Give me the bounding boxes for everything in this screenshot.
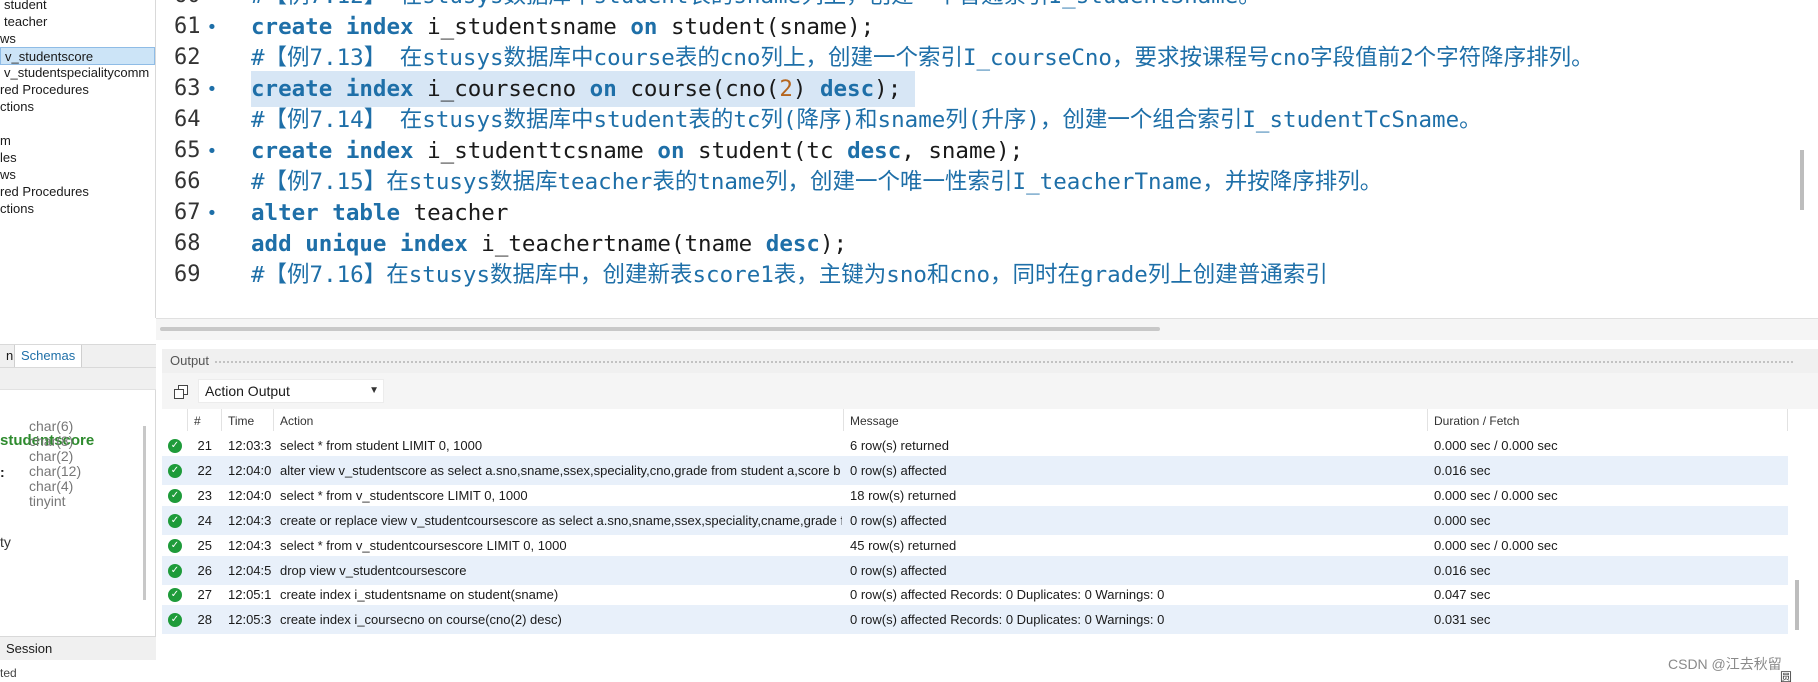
corner-label: 圆: [1780, 670, 1793, 682]
tab-schemas[interactable]: Schemas: [14, 345, 83, 367]
panel-resize-grip[interactable]: [214, 360, 1794, 364]
info-colon: :: [0, 464, 5, 480]
cell-action: create index i_coursecno on course(cno(2…: [280, 612, 562, 628]
success-check-icon: ✓: [168, 613, 182, 628]
tree-item[interactable]: m: [0, 132, 11, 150]
sql-keyword: on: [630, 14, 658, 40]
sql-keyword: index: [400, 231, 468, 257]
statement-marker-icon: •: [206, 203, 218, 224]
sql-keyword: create: [251, 138, 333, 164]
line-number-text: 63: [174, 76, 201, 101]
success-check-icon: ✓: [168, 538, 182, 553]
code-comment-line[interactable]: #【例7.16】在stusys数据库中，创建新表score1表，主键为sno和c…: [251, 257, 1328, 293]
output-panel-header: Output: [162, 349, 1818, 373]
line-number-text: 66: [174, 169, 201, 194]
sql-keyword: table: [332, 200, 401, 226]
navigator-tabs: n Schemas: [0, 344, 156, 368]
success-check-icon: ✓: [168, 463, 182, 478]
output-vertical-scrollbar[interactable]: [1795, 580, 1799, 630]
sql-number: 2: [779, 76, 793, 102]
info-column-type: char(4): [29, 478, 74, 494]
sql-keyword: index: [345, 14, 414, 40]
sql-keyword: unique: [305, 231, 387, 257]
info-column-type: char(6): [29, 418, 74, 434]
line-number-text: 67: [174, 200, 201, 225]
sql-keyword: index: [345, 76, 414, 102]
statement-marker-icon: •: [207, 0, 218, 7]
sql-keyword: add: [251, 231, 292, 257]
cell-duration: 0.031 sec: [1434, 612, 1491, 628]
navigator-tree: student teacher ws v_studentscore v_students…: [0, 0, 156, 318]
info-column-type: char(8): [29, 433, 74, 449]
column-header-number[interactable]: #: [188, 409, 222, 431]
cell-message: 0 row(s) affected Records: 0 Duplicates:…: [850, 612, 1165, 628]
tree-item[interactable]: ctions: [0, 98, 34, 116]
chevron-down-icon[interactable]: ▼: [369, 380, 379, 402]
column-header-action[interactable]: Action: [274, 409, 844, 431]
column-header-duration[interactable]: Duration / Fetch: [1428, 409, 1788, 431]
sql-keyword: create: [251, 76, 333, 102]
success-check-icon: ✓: [168, 563, 182, 578]
info-column-type: char(2): [29, 448, 74, 464]
copy-icon[interactable]: [174, 385, 188, 399]
output-type-select[interactable]: Action Output ▼: [198, 379, 384, 403]
sql-keyword: desc: [765, 231, 820, 257]
object-info-panel: studentscore : ty char(6) char(8) char(2…: [0, 390, 156, 636]
info-panel-header: [0, 368, 156, 390]
sql-keyword: index: [345, 138, 414, 164]
line-number-text: 69: [174, 262, 201, 287]
editor-vertical-scrollbar[interactable]: [1800, 150, 1804, 210]
cell-time: 12:05:38: [228, 612, 272, 628]
success-check-icon: ✓: [168, 513, 182, 528]
line-number-gutter: 60•61•6263•6465•6667•6869: [156, 0, 248, 318]
action-output-table: # Time Action Message Duration / Fetch ✓…: [162, 409, 1788, 661]
sql-keyword: on: [589, 76, 617, 102]
output-toolbar: Action Output ▼: [162, 373, 1818, 409]
info-column-type: tinyint: [29, 493, 66, 509]
tree-item[interactable]: ws: [0, 166, 16, 184]
column-header-time[interactable]: Time: [222, 409, 274, 431]
table-row[interactable]: ✓ 28 12:05:38 create index i_coursecno on c…: [162, 605, 1788, 635]
watermark: CSDN @江去秋留: [1668, 656, 1782, 672]
column-header-status: [162, 409, 188, 431]
cell-number: 28: [197, 612, 212, 628]
success-check-icon: ✓: [168, 488, 182, 503]
success-check-icon: ✓: [168, 588, 182, 603]
sql-keyword: alter: [251, 200, 319, 226]
line-number-text: 65: [174, 138, 201, 163]
sql-keyword: create: [251, 14, 333, 40]
line-number-text: 64: [174, 107, 201, 132]
tree-item[interactable]: student: [0, 0, 47, 14]
line-number-text: 68: [174, 231, 201, 256]
statement-marker-icon: •: [206, 79, 218, 100]
line-number: 69: [174, 257, 201, 293]
column-header-message[interactable]: Message: [844, 409, 1428, 431]
output-panel-title: Output: [170, 353, 210, 368]
sql-keyword: desc: [847, 138, 902, 164]
status-bar-text: ted: [0, 666, 17, 680]
line-number-text: 60: [174, 0, 201, 8]
sql-keyword: on: [657, 138, 685, 164]
tree-item[interactable]: v_studentspecialitycomm: [0, 64, 149, 82]
line-number-text: 61: [174, 14, 201, 39]
info-column-name: ty: [0, 534, 11, 550]
tree-item[interactable]: red Procedures: [0, 81, 89, 99]
statement-marker-icon: •: [206, 17, 218, 38]
success-check-icon: ✓: [168, 439, 182, 453]
tab-session[interactable]: Session: [0, 636, 156, 660]
line-number-text: 62: [174, 45, 201, 70]
info-scrollbar[interactable]: [143, 426, 146, 600]
editor-horizontal-scrollbar[interactable]: [160, 327, 1160, 331]
sql-keyword: desc: [819, 76, 875, 102]
sql-editor[interactable]: 60•61•6263•6465•6667•6869 #【例7.12】 在stus…: [156, 0, 1818, 318]
info-column-type: char(12): [29, 463, 82, 479]
tree-item[interactable]: teacher: [0, 13, 47, 31]
tree-item[interactable]: ws: [0, 30, 16, 48]
output-type-select-value: Action Output: [205, 383, 290, 399]
tree-item[interactable]: les: [0, 149, 17, 167]
statement-marker-icon: •: [206, 141, 218, 162]
tree-item[interactable]: ctions: [0, 200, 34, 218]
tree-item[interactable]: red Procedures: [0, 183, 89, 201]
tree-item-selected[interactable]: v_studentscore: [0, 47, 155, 65]
